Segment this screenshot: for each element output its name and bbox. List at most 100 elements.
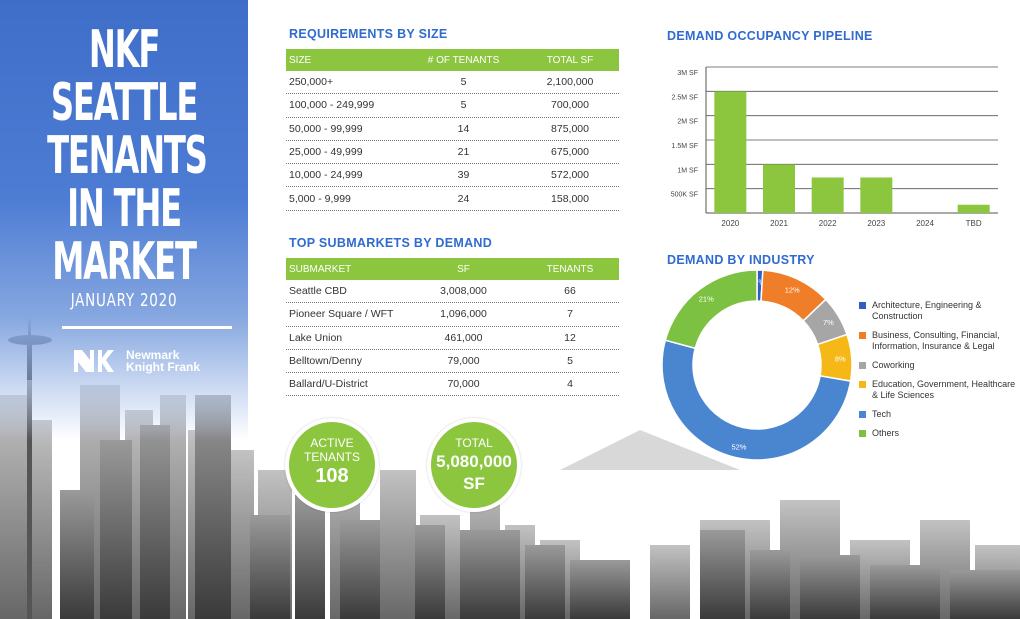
requirements-row: 10,000 - 24,999 39 572,000 — [286, 164, 619, 188]
table-cell: Belltown/Denny — [289, 355, 362, 368]
legend-swatch — [859, 332, 866, 339]
total-sf-unit: SF — [463, 474, 485, 493]
nkf-logo-icon — [74, 350, 114, 372]
banner-title-line: MARKET — [52, 232, 197, 292]
table-cell: Pioneer Square / WFT — [289, 308, 394, 321]
requirements-row: 100,000 - 249,999 5 700,000 — [286, 94, 619, 118]
legend-item: Business, Consulting, Financial, Informa… — [859, 330, 1019, 352]
legend-label: Coworking — [872, 360, 915, 370]
x-tick-label: 2020 — [721, 219, 739, 228]
column-header: TOTAL SF — [546, 54, 594, 66]
legend-swatch — [859, 430, 866, 437]
submarket-row: Seattle CBD 3,008,000 66 — [286, 280, 619, 304]
active-tenants-label: TENANTS — [303, 450, 360, 464]
slice-label: 8% — [835, 355, 846, 364]
bar-2020 — [714, 91, 747, 213]
x-tick-label: TBD — [966, 219, 982, 228]
table-cell: Seattle CBD — [289, 285, 347, 298]
slice-label: 7% — [823, 318, 834, 327]
bar-2022 — [811, 177, 844, 213]
table-cell: 158,000 — [551, 192, 589, 205]
bar-2021 — [763, 164, 795, 213]
y-tick-label: 3M SF — [677, 70, 698, 77]
banner-title-line: SEATTLE — [50, 73, 199, 133]
submarket-row: Belltown/Denny 79,000 5 — [286, 350, 619, 374]
banner-title-line: IN THE — [67, 179, 182, 239]
logo-text-line: Knight Frank — [126, 360, 200, 374]
table-header: SIZE # OF TENANTS TOTAL SF — [286, 49, 619, 71]
submarket-row: Pioneer Square / WFT 1,096,000 7 — [286, 303, 619, 327]
table-cell: 3,008,000 — [440, 285, 487, 298]
table-cell: 70,000 — [447, 378, 480, 391]
legend-swatch — [859, 381, 866, 388]
table-cell: 1,096,000 — [440, 308, 487, 321]
requirements-row: 25,000 - 49,999 21 675,000 — [286, 141, 619, 165]
bar-TBD — [957, 204, 990, 213]
legend-item: Coworking — [859, 360, 1019, 371]
industry-donut-chart: 1%12%7%8%52%21% — [661, 269, 853, 461]
slice-label: 21% — [699, 295, 714, 304]
pipeline-title: DEMAND OCCUPANCY PIPELINE — [667, 29, 873, 43]
table-cell: 5 — [567, 355, 573, 368]
table-cell: 5,000 - 9,999 — [289, 192, 351, 205]
table-cell: 875,000 — [551, 122, 589, 135]
column-header: SF — [457, 263, 470, 275]
y-tick-label: 500K SF — [671, 192, 698, 199]
submarkets-table: SUBMARKET SF TENANTS Seattle CBD 3,008,000 66… — [286, 258, 619, 397]
table-cell: 66 — [564, 285, 576, 298]
total-sf-label: TOTAL — [455, 436, 493, 450]
banner-title-line: TENANTS — [47, 126, 208, 186]
banner-title-line: NKF — [88, 20, 161, 80]
legend-item: Architecture, Engineering & Construction — [859, 300, 1019, 322]
y-tick-label: 1M SF — [677, 167, 698, 174]
legend-item: Education, Government, Healthcare & Life… — [859, 379, 1019, 401]
table-cell: 39 — [457, 169, 470, 182]
y-tick-label: 2.5M SF — [672, 94, 698, 101]
legend-label: Business, Consulting, Financial, Informa… — [872, 330, 1000, 351]
column-header: TENANTS — [546, 263, 594, 275]
y-tick-label: 1.5M SF — [672, 143, 698, 150]
total-sf-value: 5,080,000 — [436, 452, 512, 471]
legend-swatch — [859, 411, 866, 418]
x-tick-label: 2023 — [867, 219, 885, 228]
requirements-row: 50,000 - 99,999 14 875,000 — [286, 118, 619, 141]
legend-swatch — [859, 362, 866, 369]
table-cell: 461,000 — [444, 331, 483, 344]
table-cell: 2,100,000 — [546, 76, 594, 89]
title-banner: NKF SEATTLE TENANTS IN THE MARKET JANUAR… — [0, 0, 248, 619]
legend-label: Others — [872, 428, 900, 438]
active-tenants-value: 108 — [315, 465, 349, 487]
submarkets-title: TOP SUBMARKETS BY DEMAND — [289, 236, 493, 250]
table-cell: 21 — [457, 146, 470, 159]
table-cell: Ballard/U-District — [289, 378, 368, 391]
table-cell: 50,000 - 99,999 — [289, 122, 363, 135]
x-tick-label: 2022 — [819, 219, 837, 228]
bar-2023 — [860, 177, 893, 213]
pipeline-bar-chart: 500K SF 1M SF 1.5M SF 2M SF 2.5M SF 3M SF 2020… — [671, 66, 998, 228]
table-cell: 4 — [567, 378, 573, 391]
table-cell: 5 — [460, 76, 467, 89]
legend-label: Tech — [872, 409, 892, 419]
donut-slice — [664, 269, 758, 350]
banner-divider — [62, 326, 232, 329]
x-tick-label: 2024 — [916, 219, 934, 228]
table-cell: 100,000 - 249,999 — [289, 99, 375, 112]
report-date: JANUARY 2020 — [70, 290, 178, 311]
table-cell: 25,000 - 49,999 — [289, 146, 363, 159]
table-cell: 5 — [460, 99, 467, 112]
requirements-row: 5,000 - 9,999 24 158,000 — [286, 187, 619, 211]
column-header: SUBMARKET — [289, 263, 352, 275]
table-cell: 10,000 - 24,999 — [289, 169, 363, 182]
submarket-row: Ballard/U-District 70,000 4 — [286, 373, 619, 397]
industry-legend: Architecture, Engineering & Construction… — [859, 300, 1019, 447]
submarket-row: Lake Union 461,000 12 — [286, 327, 619, 350]
slice-label: 52% — [731, 443, 746, 452]
company-logo: Newmark Knight Frank — [72, 348, 200, 374]
requirements-title: REQUIREMENTS BY SIZE — [289, 27, 448, 41]
table-cell: 250,000+ — [289, 76, 334, 89]
table-cell: 14 — [457, 122, 470, 135]
total-sf-stat: TOTAL 5,080,000 SF — [427, 418, 521, 512]
industry-title: DEMAND BY INDUSTRY — [667, 253, 815, 267]
table-cell: 700,000 — [551, 99, 589, 112]
table-cell: 675,000 — [551, 146, 589, 159]
